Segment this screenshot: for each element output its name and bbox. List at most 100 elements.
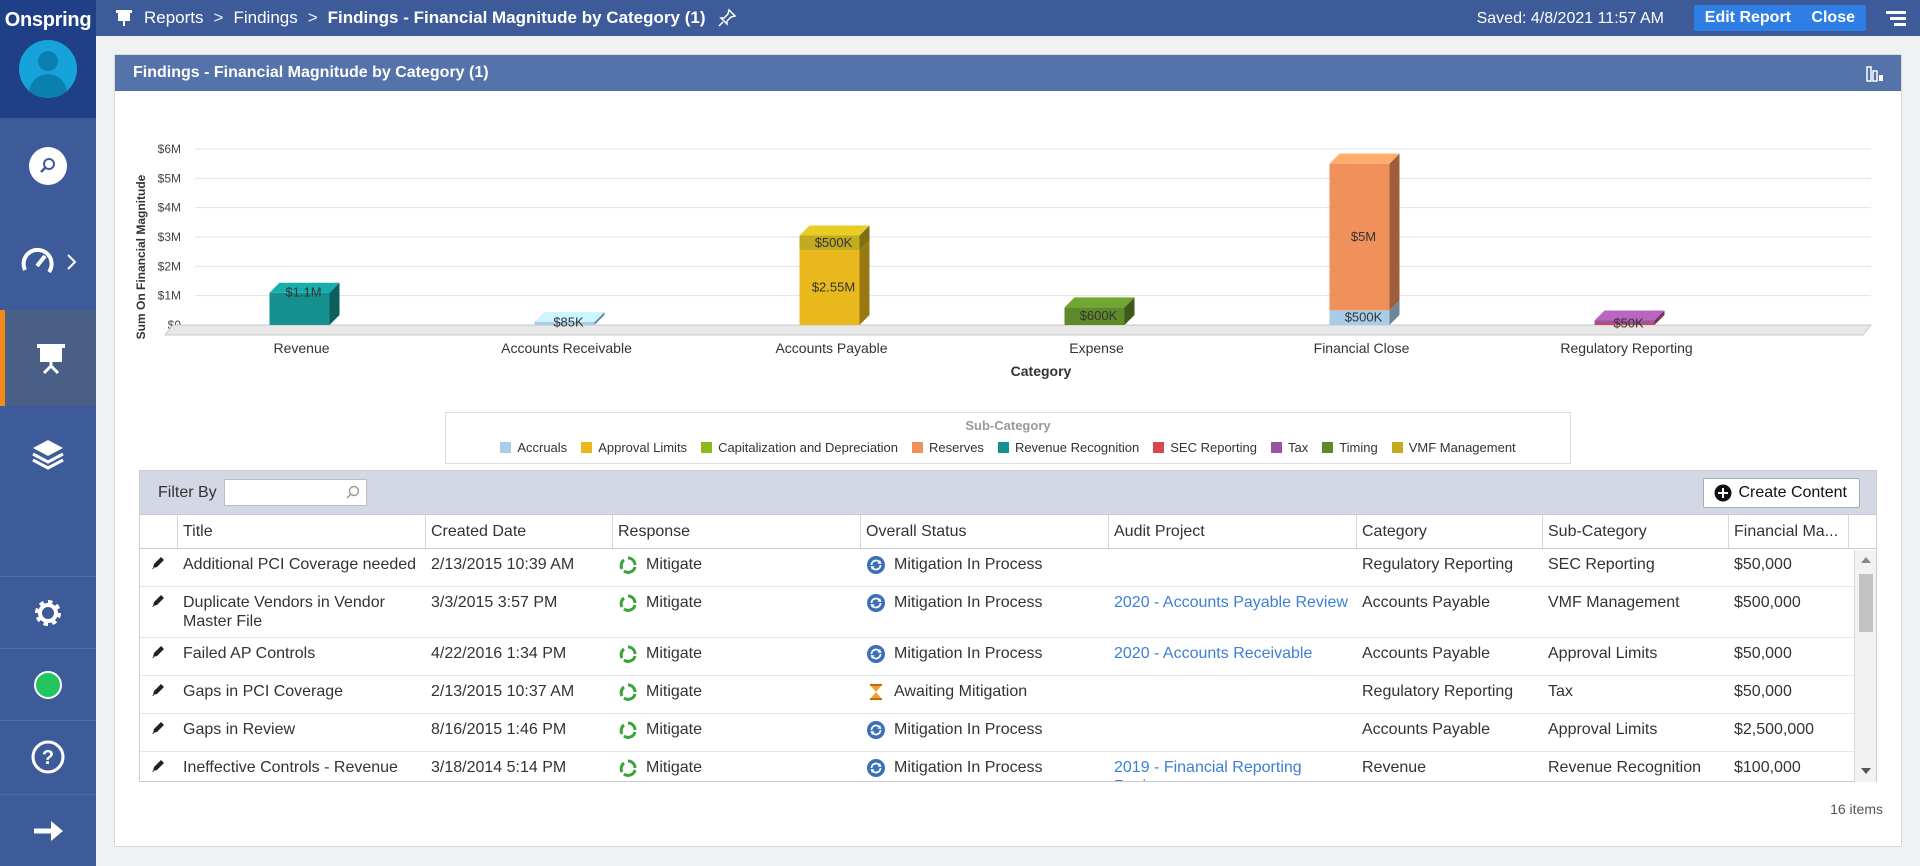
sync-icon (866, 758, 886, 781)
table-row[interactable]: Additional PCI Coverage needed 2/13/2015 … (140, 549, 1876, 587)
scroll-thumb[interactable] (1859, 574, 1873, 632)
crumb-separator: > (213, 8, 224, 27)
edit-cell[interactable] (140, 549, 178, 586)
panel-title: Findings - Financial Magnitude by Catego… (133, 64, 489, 81)
cell-audit-project[interactable]: 2020 - Accounts Receivable (1109, 638, 1357, 675)
legend-item[interactable]: Approval Limits (581, 440, 687, 455)
bar-chart: $0$1M$2M$3M$4M$5M$6MSum On Financial Mag… (134, 142, 1873, 379)
table-row[interactable]: Duplicate Vendors in Vendor Master File 3… (140, 587, 1876, 638)
filter-input[interactable] (224, 479, 367, 506)
response-label: Mitigate (646, 645, 703, 662)
help-nav[interactable]: ? (0, 720, 96, 792)
crumb-reports[interactable]: Reports (144, 8, 204, 28)
legend-label: Revenue Recognition (1014, 440, 1140, 455)
column-edit (140, 515, 178, 548)
scroll-down-icon[interactable] (1856, 764, 1876, 778)
items-count: 16 items (1830, 801, 1883, 817)
pencil-icon[interactable] (150, 593, 166, 609)
y-tick-label: $6M (158, 142, 181, 156)
cell-sub-category: Approval Limits (1548, 645, 1658, 662)
pencil-icon[interactable] (150, 555, 166, 571)
scroll-up-icon[interactable] (1856, 554, 1876, 568)
settings-nav[interactable] (0, 576, 96, 648)
edit-cell[interactable] (140, 714, 178, 751)
pin-icon[interactable] (717, 8, 737, 28)
cell-audit-project (1109, 676, 1357, 713)
breadcrumb: Reports > Findings > Findings - Financia… (114, 0, 737, 36)
table-row[interactable]: Gaps in Review 8/16/2015 1:46 PM Mitigate M… (140, 714, 1876, 752)
menu-icon[interactable] (1884, 10, 1906, 26)
table-row[interactable]: Gaps in PCI Coverage 2/13/2015 10:37 AM Mi… (140, 676, 1876, 714)
pencil-icon[interactable] (150, 758, 166, 774)
chart-settings-icon[interactable] (1865, 63, 1887, 83)
grid-scrollbar[interactable] (1854, 550, 1876, 782)
cell-overall-status: Mitigation In Process (861, 638, 1109, 675)
cell-overall-status: Mitigation In Process (861, 714, 1109, 751)
filter-label: Filter By (158, 484, 217, 501)
edit-cell[interactable] (140, 638, 178, 675)
column-financial-magnitude[interactable]: Financial Ma... (1729, 515, 1849, 548)
pencil-icon[interactable] (150, 682, 166, 698)
column-sub-category[interactable]: Sub-Category (1543, 515, 1729, 548)
edit-cell[interactable] (140, 752, 178, 781)
legend-item[interactable]: Timing (1322, 440, 1378, 455)
cell-category: Accounts Payable (1362, 721, 1491, 738)
column-created-date[interactable]: Created Date (426, 515, 613, 548)
create-content-button[interactable]: Create Content (1703, 478, 1860, 508)
chart-legend: Sub-Category Accruals Approval Limits Capi… (445, 412, 1571, 464)
search-nav[interactable] (0, 118, 96, 214)
data-label: $500K (1345, 310, 1383, 325)
column-audit-project[interactable]: Audit Project (1109, 515, 1357, 548)
pencil-icon[interactable] (150, 720, 166, 736)
table-row[interactable]: Failed AP Controls 4/22/2016 1:34 PM Mitig… (140, 638, 1876, 676)
cell-title: Ineffective Controls - Revenue (183, 759, 398, 776)
legend-item[interactable]: VMF Management (1391, 440, 1516, 455)
cell-financial-magnitude: $500,000 (1734, 594, 1801, 611)
expand-nav[interactable] (0, 794, 96, 866)
legend-item[interactable]: SEC Reporting (1153, 440, 1257, 455)
legend-swatch (1322, 442, 1334, 453)
presentation-icon (36, 344, 65, 375)
cell-audit-project[interactable]: 2019 - Financial Reporting Review (1109, 752, 1357, 781)
cell-created-date: 3/3/2015 3:57 PM (431, 594, 558, 611)
close-button[interactable]: Close (1800, 5, 1866, 31)
sync-icon (866, 644, 886, 669)
report-panel: Findings - Financial Magnitude by Catego… (114, 54, 1902, 847)
reports-nav[interactable] (0, 310, 96, 406)
cell-created-date: 8/16/2015 1:46 PM (431, 721, 567, 738)
legend-item[interactable]: Revenue Recognition (997, 440, 1140, 455)
legend-item[interactable]: Capitalization and Depreciation (701, 440, 898, 455)
cell-response: Mitigate (613, 676, 861, 713)
column-title[interactable]: Title (178, 515, 426, 548)
content-nav[interactable] (0, 406, 96, 502)
column-category[interactable]: Category (1357, 515, 1543, 548)
data-label: $600K (1080, 308, 1118, 323)
edit-cell[interactable] (140, 587, 178, 637)
legend-item[interactable]: Tax (1270, 440, 1308, 455)
table-row[interactable]: Ineffective Controls - Revenue 3/18/2014 … (140, 752, 1876, 781)
edit-cell[interactable] (140, 676, 178, 713)
legend-item[interactable]: Accruals (500, 440, 567, 455)
cell-audit-project[interactable]: 2020 - Accounts Payable Review (1109, 587, 1357, 637)
column-overall-status[interactable]: Overall Status (861, 515, 1109, 548)
y-tick-label: $4M (158, 201, 181, 215)
recycle-icon (618, 593, 638, 618)
dashboards-nav[interactable] (0, 214, 96, 310)
cell-created-date: 4/22/2016 1:34 PM (431, 645, 567, 662)
edit-report-button[interactable]: Edit Report (1693, 5, 1802, 31)
status-nav[interactable] (0, 648, 96, 720)
cell-sub-category: Approval Limits (1548, 721, 1658, 738)
cell-financial-magnitude: $50,000 (1734, 683, 1792, 700)
legend-swatch (701, 442, 713, 453)
legend-item[interactable]: Reserves (912, 440, 984, 455)
status-label: Mitigation In Process (894, 645, 1043, 662)
gear-icon (35, 599, 61, 626)
column-response[interactable]: Response (613, 515, 861, 548)
cell-overall-status: Awaiting Mitigation (861, 676, 1109, 713)
pencil-icon[interactable] (150, 644, 166, 660)
sync-icon (866, 720, 886, 745)
crumb-findings[interactable]: Findings (233, 8, 297, 28)
legend-label: Capitalization and Depreciation (718, 440, 899, 455)
avatar[interactable] (19, 40, 77, 98)
recycle-icon (618, 682, 638, 707)
